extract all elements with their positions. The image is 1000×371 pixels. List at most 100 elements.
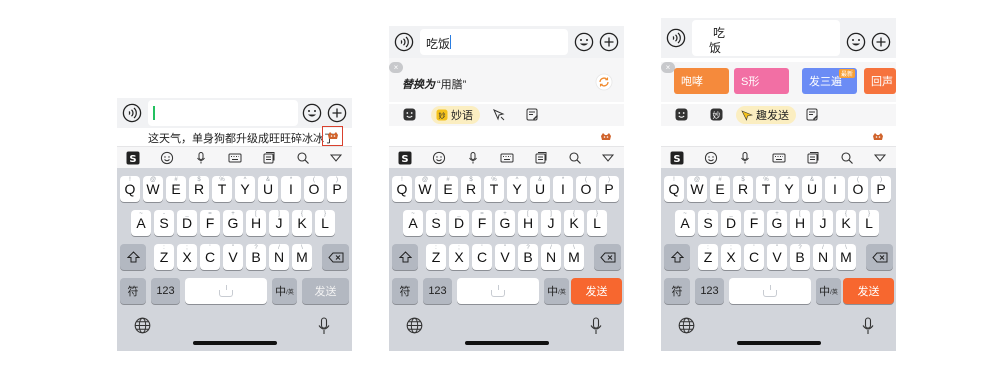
key-w[interactable]: @ W bbox=[687, 176, 707, 202]
refresh-icon[interactable] bbox=[595, 73, 613, 91]
emoji-smile-icon[interactable] bbox=[432, 151, 446, 165]
key-p[interactable]: ) P bbox=[327, 176, 347, 202]
key-l[interactable]: } L bbox=[587, 210, 607, 236]
key-c[interactable]: ' C bbox=[472, 244, 492, 270]
key-t[interactable]: % T bbox=[212, 176, 232, 202]
language-switch-key[interactable]: 中/英 bbox=[544, 278, 569, 304]
key-d[interactable]: _ D bbox=[177, 210, 197, 236]
key-d[interactable]: _ D bbox=[721, 210, 741, 236]
add-icon[interactable] bbox=[599, 32, 619, 52]
collapse-keyboard-icon[interactable] bbox=[601, 151, 615, 165]
key-a[interactable]: ~ A bbox=[675, 210, 695, 236]
send-key[interactable]: 发送 bbox=[302, 278, 349, 304]
send-key[interactable]: 发送 bbox=[571, 278, 622, 304]
microphone-icon[interactable] bbox=[466, 151, 480, 165]
key-e[interactable]: # E bbox=[166, 176, 186, 202]
key-x[interactable]: ; X bbox=[449, 244, 469, 270]
key-g[interactable]: + G bbox=[767, 210, 787, 236]
fun-send-chip[interactable]: 趣发送 bbox=[736, 106, 796, 124]
voice-message-icon[interactable] bbox=[394, 32, 414, 52]
key-o[interactable]: (O bbox=[304, 176, 324, 202]
key-p[interactable]: ) P bbox=[871, 176, 891, 202]
shift-key[interactable] bbox=[664, 244, 690, 270]
key-v[interactable]: " V bbox=[767, 244, 787, 270]
sogou-mascot-icon[interactable] bbox=[872, 132, 884, 142]
key-e[interactable]: # E bbox=[710, 176, 730, 202]
key-h[interactable]: [H bbox=[246, 210, 266, 236]
language-switch-key[interactable]: 中/英 bbox=[816, 278, 841, 304]
search-icon[interactable] bbox=[296, 151, 310, 165]
key-b[interactable]: ? B bbox=[246, 244, 266, 270]
dictation-microphone-icon[interactable] bbox=[590, 317, 602, 335]
key-l[interactable]: } L bbox=[859, 210, 879, 236]
emoji-icon[interactable] bbox=[302, 103, 322, 123]
key-b[interactable]: ? B bbox=[790, 244, 810, 270]
clipboard-icon[interactable] bbox=[806, 151, 820, 165]
sticker-s-shape[interactable]: S形 bbox=[734, 68, 789, 94]
key-g[interactable]: + G bbox=[495, 210, 515, 236]
clipboard-icon[interactable] bbox=[262, 151, 276, 165]
keyboard-layout-icon[interactable] bbox=[500, 151, 514, 165]
key-w[interactable]: @ W bbox=[415, 176, 435, 202]
key-t[interactable]: % T bbox=[756, 176, 776, 202]
voice-message-icon[interactable] bbox=[666, 28, 686, 48]
keyboard-layout-icon[interactable] bbox=[228, 151, 242, 165]
dictation-microphone-icon[interactable] bbox=[318, 317, 330, 335]
key-q[interactable]: ! Q bbox=[392, 176, 412, 202]
backspace-key[interactable] bbox=[866, 244, 893, 270]
key-t[interactable]: % T bbox=[484, 176, 504, 202]
collapse-keyboard-icon[interactable] bbox=[329, 151, 343, 165]
key-w[interactable]: @ W bbox=[143, 176, 163, 202]
candidate-text[interactable]: 这天气，单身狗都升级成旺旺碎冰冰了 bbox=[148, 130, 335, 146]
language-switch-key[interactable]: 中/英 bbox=[272, 278, 297, 304]
key-v[interactable]: " V bbox=[495, 244, 515, 270]
key-i[interactable]: * I bbox=[825, 176, 845, 202]
key-o[interactable]: (O bbox=[576, 176, 596, 202]
sticker-send-thrice[interactable]: 发三遍 最新 bbox=[802, 68, 857, 94]
key-m[interactable]: \ M bbox=[292, 244, 312, 270]
space-key[interactable] bbox=[457, 278, 539, 304]
add-icon[interactable] bbox=[327, 103, 347, 123]
key-u[interactable]: & U bbox=[530, 176, 550, 202]
key-i[interactable]: * I bbox=[281, 176, 301, 202]
key-d[interactable]: _ D bbox=[449, 210, 469, 236]
edit-note-icon[interactable] bbox=[806, 108, 819, 121]
sogou-logo-icon[interactable]: S bbox=[670, 151, 684, 165]
search-icon[interactable] bbox=[840, 151, 854, 165]
microphone-icon[interactable] bbox=[738, 151, 752, 165]
sogou-logo-icon[interactable]: S bbox=[398, 151, 412, 165]
key-m[interactable]: \ M bbox=[564, 244, 584, 270]
key-k[interactable]: {K bbox=[836, 210, 856, 236]
key-h[interactable]: [H bbox=[790, 210, 810, 236]
key-n[interactable]: / N bbox=[541, 244, 561, 270]
key-u[interactable]: & U bbox=[802, 176, 822, 202]
key-n[interactable]: / N bbox=[813, 244, 833, 270]
key-f[interactable]: = F bbox=[200, 210, 220, 236]
key-a[interactable]: ~ A bbox=[403, 210, 423, 236]
sogou-mascot-icon[interactable] bbox=[327, 131, 339, 141]
key-r[interactable]: $ R bbox=[189, 176, 209, 202]
key-y[interactable]: ^ Y bbox=[779, 176, 799, 202]
key-f[interactable]: = F bbox=[472, 210, 492, 236]
add-icon[interactable] bbox=[871, 32, 891, 52]
key-r[interactable]: $ R bbox=[733, 176, 753, 202]
backspace-key[interactable] bbox=[322, 244, 349, 270]
microphone-icon[interactable] bbox=[194, 151, 208, 165]
message-input[interactable]: 吃 饭 bbox=[692, 20, 840, 56]
message-input[interactable]: 吃饭 bbox=[420, 29, 568, 55]
sticker-echo[interactable]: 回声 bbox=[864, 68, 896, 94]
backspace-key[interactable] bbox=[594, 244, 621, 270]
key-q[interactable]: ! Q bbox=[664, 176, 684, 202]
key-n[interactable]: / N bbox=[269, 244, 289, 270]
key-f[interactable]: = F bbox=[744, 210, 764, 236]
miaoyu-icon[interactable]: 妙 bbox=[710, 108, 723, 121]
key-z[interactable]: :Z bbox=[698, 244, 718, 270]
message-input[interactable] bbox=[148, 100, 298, 126]
key-b[interactable]: ? B bbox=[518, 244, 538, 270]
globe-icon[interactable] bbox=[134, 317, 151, 334]
clipboard-icon[interactable] bbox=[534, 151, 548, 165]
dictation-microphone-icon[interactable] bbox=[862, 317, 874, 335]
emoji-icon[interactable] bbox=[846, 32, 866, 52]
suggestion-value[interactable]: “用膳” bbox=[437, 76, 466, 92]
key-e[interactable]: # E bbox=[438, 176, 458, 202]
